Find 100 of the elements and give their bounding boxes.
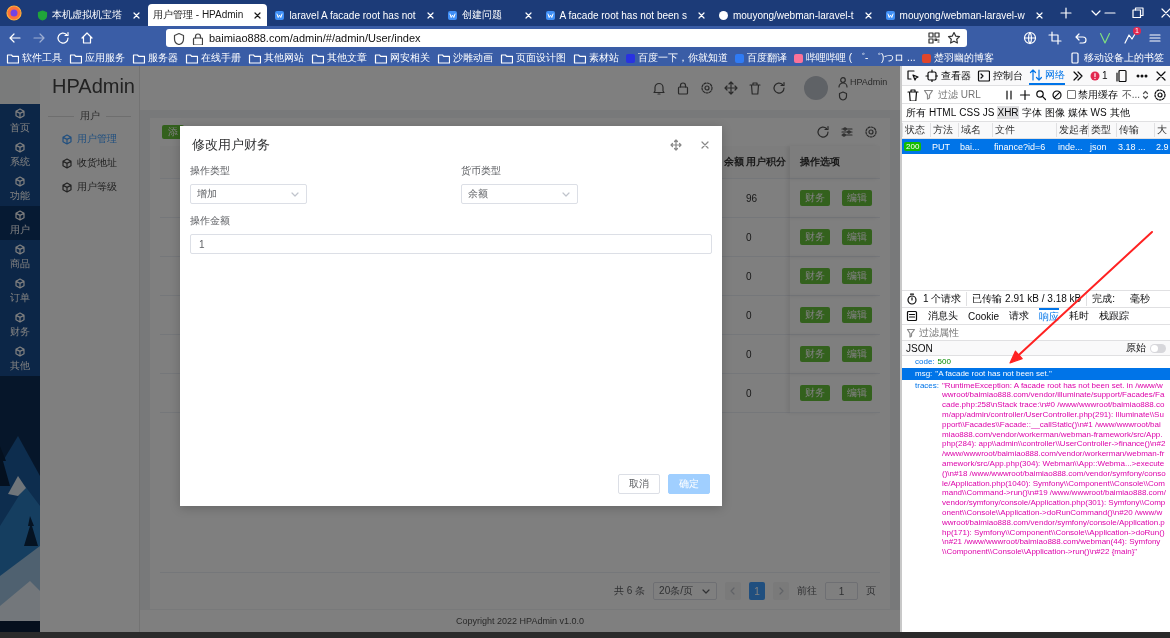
detail-tab[interactable]: 响应 — [1039, 308, 1060, 324]
browser-tab[interactable]: 用户管理 - HPAdmin — [148, 4, 268, 26]
field-label: 操作类型 — [190, 164, 231, 178]
nav-item[interactable]: 用户 — [0, 206, 40, 240]
table-cell: 0 — [746, 257, 790, 296]
url-text: baimiao888.com/admin/#/admin/User/index — [209, 32, 422, 44]
tab-title: A facade root has not been s — [559, 9, 688, 21]
json-key: msg: — [915, 368, 933, 379]
type-filter[interactable]: 图像 — [1044, 104, 1065, 121]
bookmark[interactable]: 百度翻译 — [735, 51, 787, 65]
type-filter[interactable]: 字体 — [1021, 104, 1042, 121]
bookmark[interactable]: 网安相关 — [374, 51, 430, 65]
toggle-label: 原始 — [1126, 341, 1146, 355]
json-key: traces: — [915, 380, 939, 557]
detail-tab[interactable]: Cookie — [968, 308, 1000, 324]
bookmark-label: 沙雕动画 — [453, 51, 493, 65]
nav-label: 功能 — [10, 188, 30, 203]
detail-tab[interactable]: 耗时 — [1069, 308, 1090, 324]
type-filter[interactable]: JS — [982, 106, 995, 119]
page-unit-label: 页 — [866, 584, 876, 598]
nav-label: 商品 — [10, 256, 30, 271]
nav-item[interactable]: 系统 — [0, 138, 40, 172]
dialog-title: 修改用户财务 — [192, 136, 271, 154]
table-cell-text: inde... — [1057, 141, 1084, 152]
detail-tab[interactable]: 请求 — [1009, 308, 1030, 324]
bookmark[interactable]: 服务器 — [132, 51, 178, 65]
column-header: 类型 — [1088, 123, 1116, 137]
select-field[interactable]: 增加 — [190, 184, 307, 204]
browser-tab[interactable]: mouyong/webman-laravel-w — [879, 4, 1049, 26]
bookmark[interactable]: 页面设计图 — [500, 51, 566, 65]
bookmark-label: 百度翻译 — [747, 51, 787, 65]
tab-title: mouyong/webman-laravel-w — [899, 9, 1026, 21]
type-filter[interactable]: 所有 — [906, 104, 926, 121]
bookmark-label: 素材站 — [589, 51, 619, 65]
goto-label: 前往 — [797, 584, 817, 598]
detail-tab[interactable]: 消息头 — [928, 308, 958, 324]
table-cell: 0 — [746, 296, 790, 335]
detail-tab[interactable]: 栈跟踪 — [1099, 308, 1130, 324]
bookmark[interactable]: 沙雕动画 — [437, 51, 493, 65]
table-cell-text: PUT — [931, 141, 951, 152]
devtools-tab[interactable]: 控制台 — [977, 66, 1023, 85]
input-field[interactable]: 1 — [190, 234, 712, 254]
select-field[interactable]: 余额 — [461, 184, 578, 204]
bookmark-label[interactable]: 移动设备上的书签 — [1084, 51, 1164, 65]
browser-tab[interactable]: 创建问题 — [441, 4, 538, 26]
request-row[interactable]: 200 PUT bai... finance?id=6 inde... json 3.18 ... 2.9 — [902, 139, 1170, 154]
nav-item[interactable]: 商品 — [0, 240, 40, 274]
throttle-select[interactable]: 不... — [1121, 87, 1149, 102]
disable-cache-checkbox[interactable]: 禁用缓存 — [1066, 87, 1118, 102]
devtools-tab[interactable]: 查看器 — [925, 66, 971, 85]
browser-tab[interactable]: A facade root has not been s — [539, 4, 711, 26]
bookmark[interactable]: 其他网站 — [248, 51, 304, 65]
page-input[interactable]: 1 — [825, 582, 858, 600]
table-cell: 0 — [746, 218, 790, 257]
json-row[interactable]: msg: "A facade root has not been set." — [902, 367, 1170, 380]
user-name[interactable]: HPAdmin — [850, 76, 888, 87]
json-value: "RuntimeException: A facade root has not been set. in /www/wwwroot/baimiao888.com/vendor/illuminate/support/Facades/Facade.php:258\nStack trace:\n#0 /www/wwwroot/baimiao888.com/app/admin/controller/UserController.php(291): Illuminate\\Support\\Facades\\Facade::__callStatic()\n#1 /www/wwwroot/baimiao888.com/vendor/workerman/webman-framework/src/App.php(284): app\\admin\\controller\\UserController->finance()\n#2 /www/wwwroot/baimiao888.com/vendor/workerman/webman-framework/src/App.php(304): Webman\\App::Webma...>execute()\n#18 /www/wwwroot/baimiao888.com/vendor/symfony/console/Application.php(1040): Symfony\\Component\\Console\\Command\\Command->run()\n#19 /www/wwwroot/baimiao888.com/vendor/symfony/console/Application.php(301): Symfony\\Component\\Console\\Application->doRunCommand()\n#20 /www/wwwroot/baimiao888.com/vendor/symfony/console/Application.php(171): Symfony\\Component\\Console\\Application->doRun()\n#21 /www/wwwroot/baimiao888.com/webman(44): Symfony\\Component\\Console\\Application->run()\n#22 {main}" — [942, 380, 1166, 557]
type-filter[interactable]: WS — [1090, 106, 1107, 119]
nav-item[interactable]: 其他 — [0, 342, 40, 376]
menu-group-title: 用户 — [40, 105, 139, 127]
bookmark[interactable]: 其他文章 — [311, 51, 367, 65]
error-count[interactable]: 1 — [1102, 70, 1108, 81]
column-header: 域名 — [958, 123, 992, 137]
type-filter[interactable]: 媒体 — [1067, 104, 1088, 121]
bookmark[interactable]: 楚羽幽的博客 — [922, 51, 995, 65]
nav-item[interactable]: 财务 — [0, 308, 40, 342]
bookmark[interactable]: 在线手册 — [185, 51, 241, 65]
column-header: 方法 — [930, 123, 958, 137]
json-value: 500 — [937, 357, 952, 367]
nav-label: 用户 — [10, 222, 30, 237]
browser-tab[interactable]: 本机虚拟机宝塔 — [32, 4, 146, 26]
menu-item[interactable]: 收货地址 — [40, 151, 139, 175]
page-size-select[interactable]: 20条/页 — [653, 582, 717, 600]
nav-label: 订单 — [10, 290, 30, 305]
bookmark[interactable]: 应用服务 — [69, 51, 125, 65]
checkbox-label: 禁用缓存 — [1077, 87, 1118, 102]
menu-item[interactable]: 用户等级 — [40, 175, 139, 199]
nav-item[interactable]: 首页 — [0, 104, 40, 138]
devtools-tab[interactable]: 网络 — [1029, 66, 1065, 85]
app-logo: HPAdmin — [51, 74, 136, 99]
browser-tab[interactable]: mouyong/webman-laravel-t — [712, 4, 878, 26]
address-bar[interactable]: baimiao888.com/admin/#/admin/User/index — [166, 29, 967, 47]
column-header: 发起者 — [1056, 123, 1088, 137]
type-filter[interactable]: HTML — [929, 106, 957, 119]
bookmark-label: 网安相关 — [390, 51, 430, 65]
field-label: 货币类型 — [461, 164, 502, 178]
type-filter[interactable]: XHR — [997, 106, 1019, 119]
json-row[interactable]: code: 500 — [902, 356, 1170, 368]
bookmark[interactable]: 软件工具 — [6, 51, 62, 65]
cancel-button[interactable]: 取消 — [618, 474, 660, 494]
menu-label: 用户管理 — [77, 132, 117, 146]
column-header: 文件 — [992, 123, 1056, 137]
type-filter[interactable]: 其他 — [1109, 104, 1130, 121]
bookmark[interactable]: 素材站 — [573, 51, 619, 65]
type-filter[interactable]: CSS — [959, 106, 980, 119]
status-text: 毫秒 — [1129, 292, 1152, 306]
bookmark-label: 应用服务 — [85, 51, 125, 65]
nav-item[interactable]: 功能 — [0, 172, 40, 206]
nav-item[interactable]: 订单 — [0, 274, 40, 308]
browser-tab[interactable]: laravel A facade root has not — [269, 4, 440, 26]
